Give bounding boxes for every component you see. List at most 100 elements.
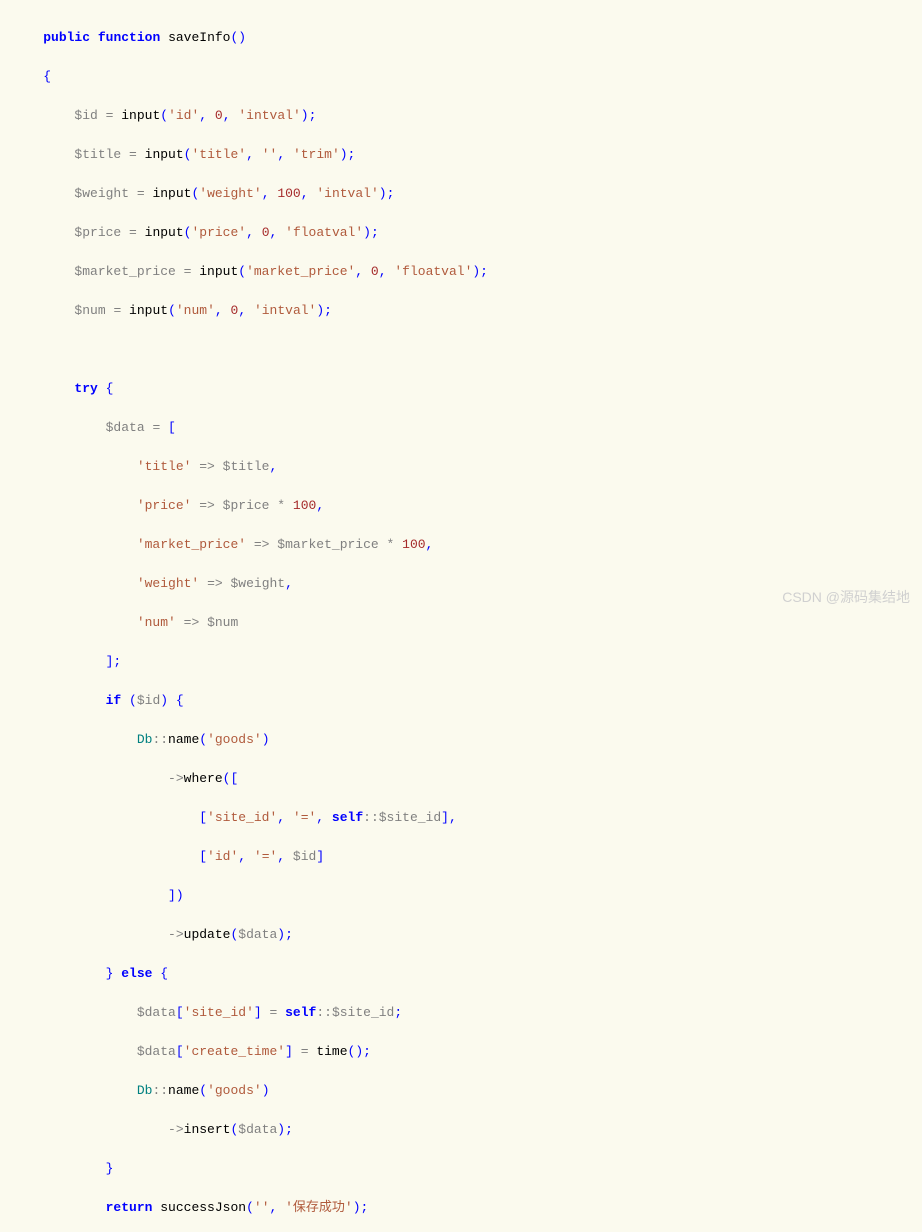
fn-input: input — [145, 225, 184, 240]
str: 'num' — [176, 303, 215, 318]
code-line: 'weight' => $weight, — [12, 574, 910, 594]
str: '' — [262, 147, 278, 162]
fn-input: input — [152, 186, 191, 201]
code-line: ->insert($data); — [12, 1120, 910, 1140]
code-line: } else { — [12, 964, 910, 984]
keyword-return: return — [106, 1200, 153, 1215]
code-line: { — [12, 67, 910, 87]
code-line: ['id', '=', $id] — [12, 847, 910, 867]
str: 'goods' — [207, 732, 262, 747]
watermark: CSDN @源码集结地 — [782, 587, 910, 608]
str: '=' — [254, 849, 277, 864]
num: 0 — [262, 225, 270, 240]
code-line: 'market_price' => $market_price * 100, — [12, 535, 910, 555]
str: 'id' — [207, 849, 238, 864]
function-name: saveInfo — [168, 30, 230, 45]
code-line: 'title' => $title, — [12, 457, 910, 477]
code-line: if ($id) { — [12, 691, 910, 711]
code-line: try { — [12, 379, 910, 399]
keyword-public: public — [43, 30, 90, 45]
str: 'price' — [191, 225, 246, 240]
var: $price — [74, 225, 121, 240]
code-line: 'num' => $num — [12, 613, 910, 633]
code-line: ]) — [12, 886, 910, 906]
prop: $site_id — [332, 1005, 394, 1020]
num: 0 — [371, 264, 379, 279]
var: $data — [238, 927, 277, 942]
str: 'site_id' — [207, 810, 277, 825]
num: 100 — [293, 498, 316, 513]
str: 'weight' — [199, 186, 261, 201]
var: $data — [137, 1005, 176, 1020]
code-block: public function saveInfo() { $id = input… — [12, 8, 910, 1232]
fn-time: time — [316, 1044, 347, 1059]
fn-input: input — [129, 303, 168, 318]
code-line: Db::name('goods') — [12, 730, 910, 750]
brace: { — [12, 69, 51, 84]
var: $data — [106, 420, 145, 435]
parens: () — [231, 30, 247, 45]
str: 'intval' — [254, 303, 316, 318]
str: 'goods' — [207, 1083, 262, 1098]
str: 'intval' — [316, 186, 378, 201]
code-line: public function saveInfo() — [12, 28, 910, 48]
method: name — [168, 732, 199, 747]
keyword-function: function — [98, 30, 160, 45]
code-line: $num = input('num', 0, 'intval'); — [12, 301, 910, 321]
code-line: $data['create_time'] = time(); — [12, 1042, 910, 1062]
var: $id — [293, 849, 316, 864]
str: 'weight' — [137, 576, 199, 591]
var: $id — [137, 693, 160, 708]
var: $market_price — [74, 264, 175, 279]
code-line: $market_price = input('market_price', 0,… — [12, 262, 910, 282]
str: '=' — [293, 810, 316, 825]
var: $weight — [230, 576, 285, 591]
str: 'site_id' — [184, 1005, 254, 1020]
code-line: ]; — [12, 652, 910, 672]
code-line: $id = input('id', 0, 'intval'); — [12, 106, 910, 126]
str: 'create_time' — [184, 1044, 285, 1059]
var: $weight — [74, 186, 129, 201]
var: $num — [74, 303, 105, 318]
code-line: ->where([ — [12, 769, 910, 789]
code-line: $data['site_id'] = self::$site_id; — [12, 1003, 910, 1023]
code-line: ['site_id', '=', self::$site_id], — [12, 808, 910, 828]
str: 'id' — [168, 108, 199, 123]
fn-successjson: successJson — [160, 1200, 246, 1215]
prop: $site_id — [379, 810, 441, 825]
keyword-if: if — [106, 693, 122, 708]
num: 100 — [402, 537, 425, 552]
str: 'title' — [137, 459, 192, 474]
keyword-self: self — [285, 1005, 316, 1020]
str: 'market_price' — [137, 537, 246, 552]
code-line: $data = [ — [12, 418, 910, 438]
keyword-else: else — [121, 966, 152, 981]
str: 'price' — [137, 498, 192, 513]
var: $data — [137, 1044, 176, 1059]
str: 'num' — [137, 615, 176, 630]
method: name — [168, 1083, 199, 1098]
str: '保存成功' — [285, 1200, 353, 1215]
str: '' — [254, 1200, 270, 1215]
code-line: $price = input('price', 0, 'floatval'); — [12, 223, 910, 243]
code-line: } — [12, 1159, 910, 1179]
keyword-self: self — [332, 810, 363, 825]
var: $data — [238, 1122, 277, 1137]
code-line: Db::name('goods') — [12, 1081, 910, 1101]
str: 'intval' — [238, 108, 300, 123]
method: insert — [184, 1122, 231, 1137]
code-line: return successJson('', '保存成功'); — [12, 1198, 910, 1218]
str: 'market_price' — [246, 264, 355, 279]
code-line — [12, 340, 910, 360]
str: 'floatval' — [394, 264, 472, 279]
code-line: $weight = input('weight', 100, 'intval')… — [12, 184, 910, 204]
str: 'trim' — [293, 147, 340, 162]
class-db: Db — [137, 1083, 153, 1098]
method: update — [184, 927, 231, 942]
var: $num — [207, 615, 238, 630]
method: where — [184, 771, 223, 786]
fn-input: input — [199, 264, 238, 279]
var: $price — [223, 498, 270, 513]
var: $id — [74, 108, 97, 123]
str: 'title' — [191, 147, 246, 162]
